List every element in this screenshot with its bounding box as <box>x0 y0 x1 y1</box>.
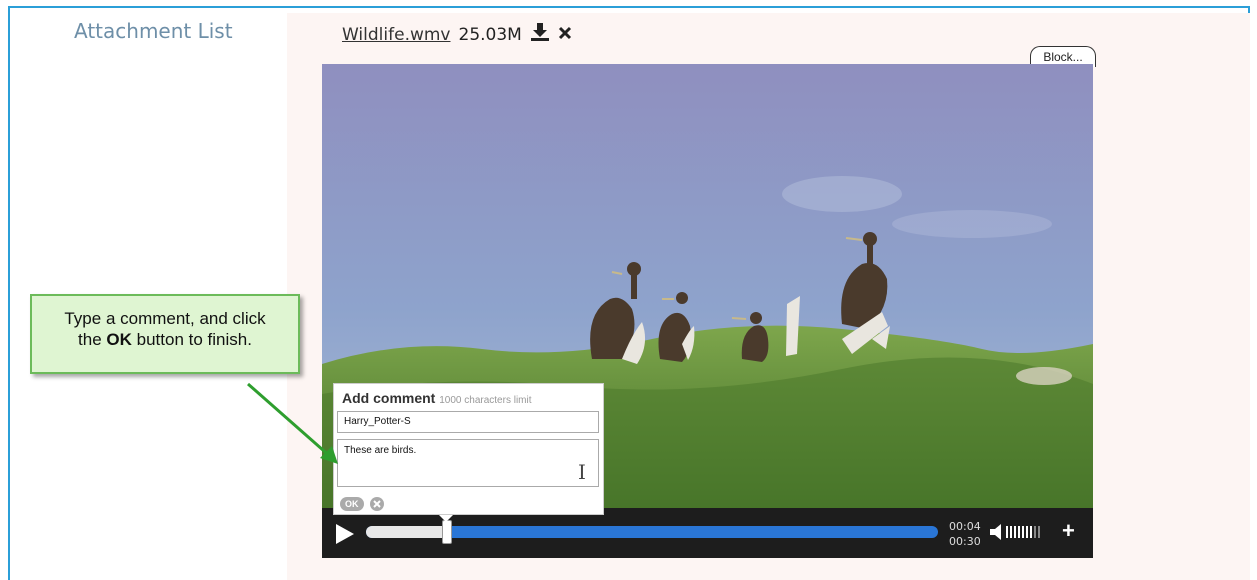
callout-arrow-icon <box>247 382 338 464</box>
cancel-icon[interactable] <box>370 497 384 516</box>
play-icon[interactable] <box>334 522 356 551</box>
attachment-file-row: Wildlife.wmv 25.03M <box>328 22 572 47</box>
comment-limit-text: 1000 characters limit <box>439 395 532 406</box>
plus-icon[interactable]: + <box>1062 520 1075 542</box>
progress-pointer-icon <box>439 515 453 522</box>
comment-text-value: These are birds. <box>344 445 417 456</box>
callout-line-2-post: button to finish. <box>131 330 252 349</box>
attachment-list-label: Attachment List <box>74 19 233 43</box>
time-display: 00:04 00:30 <box>949 519 981 549</box>
ok-button[interactable]: OK <box>340 497 364 511</box>
callout-line-2: the OK button to finish. <box>32 329 298 350</box>
comment-title-text: Add comment <box>342 390 436 406</box>
comment-title: Add comment 1000 characters limit <box>342 390 532 406</box>
progress-played <box>366 526 446 538</box>
text-cursor-icon: I <box>578 460 586 484</box>
close-icon[interactable] <box>558 25 572 45</box>
add-comment-popup: Add comment 1000 characters limit Harry_… <box>333 383 604 515</box>
callout-ok-bold: OK <box>106 330 132 349</box>
volume-icon[interactable] <box>988 522 1058 547</box>
progress-knob[interactable] <box>442 520 452 544</box>
comment-text-input[interactable]: These are birds. I <box>337 439 599 487</box>
callout-line-1: Type a comment, and click <box>64 309 266 328</box>
comment-name-input[interactable]: Harry_Potter-S <box>337 411 599 433</box>
instruction-callout: Type a comment, and click the OK button … <box>30 294 300 374</box>
attachment-file-size: 25.03M <box>458 24 522 45</box>
video-controls: 00:04 00:30 + <box>322 508 1093 558</box>
callout-line-2-pre: the <box>78 330 107 349</box>
current-time: 00:04 <box>949 520 981 533</box>
download-icon[interactable] <box>530 22 550 47</box>
attachment-file-link[interactable]: Wildlife.wmv <box>328 25 451 45</box>
total-time: 00:30 <box>949 535 981 548</box>
